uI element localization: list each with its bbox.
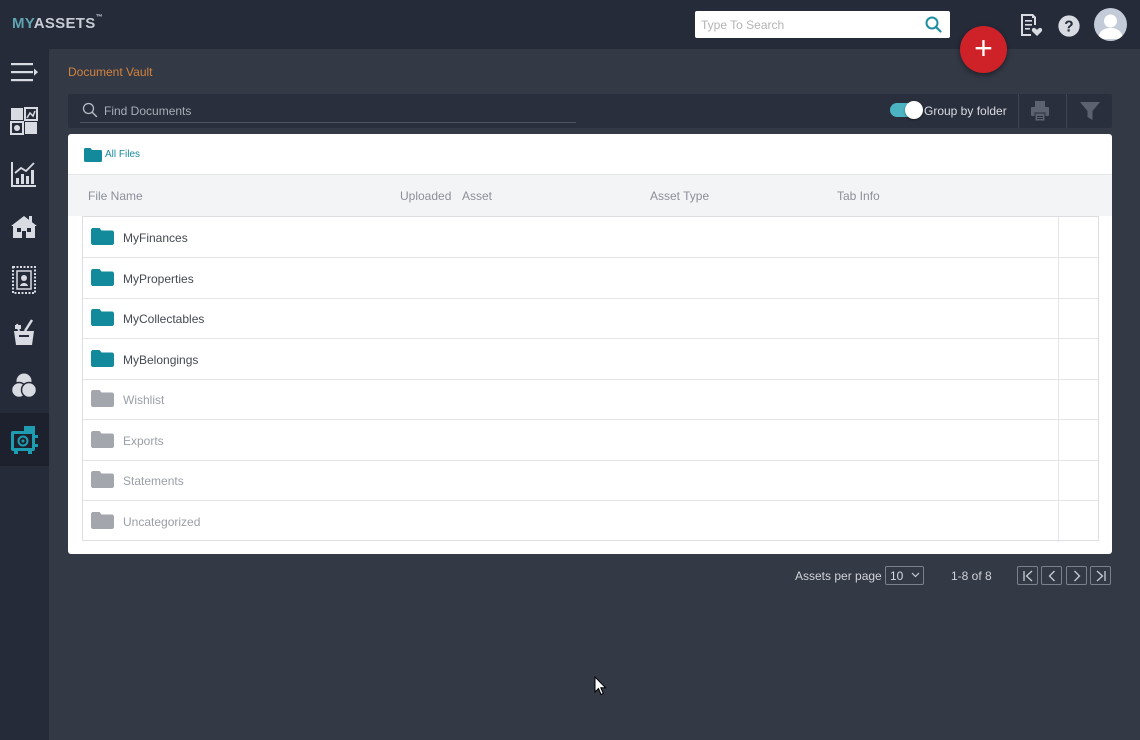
folder-icon [91,471,114,488]
chevron-down-icon [911,572,920,578]
folder-name: MyCollectables [123,312,205,326]
per-page-value: 10 [890,569,904,583]
folder-icon [91,390,114,407]
first-page-icon [1023,570,1033,582]
document-heart-icon[interactable] [1018,12,1044,38]
dashboard-icon [10,107,38,135]
last-page-button[interactable] [1090,566,1111,585]
folder-icon [84,148,102,162]
first-page-button[interactable] [1017,566,1038,585]
add-document-button[interactable]: + [960,26,1007,73]
collectables-stamp-icon [12,266,36,294]
row-divider [1058,419,1059,461]
logo-prefix: MY [12,15,34,32]
column-file-name[interactable]: File Name [88,189,143,203]
folder-row-statements[interactable]: Statements [83,460,1098,501]
table-header: File Name Uploaded Asset Asset Type Tab … [68,175,1112,216]
last-page-icon [1096,570,1106,582]
folder-row-wishlist[interactable]: Wishlist [83,379,1098,420]
folder-icon [91,268,114,286]
menu-collapse-icon [11,63,38,82]
folder-icon [91,430,114,448]
pagination-range: 1-8 of 8 [951,569,992,583]
find-documents-input[interactable] [104,102,564,120]
column-uploaded[interactable]: Uploaded [400,189,451,203]
folder-icon [91,349,114,367]
column-asset-type[interactable]: Asset Type [650,189,709,203]
folder-row-myproperties[interactable]: MyProperties [83,257,1098,299]
row-divider [1058,500,1059,542]
sidebar-item-belongings[interactable] [0,307,49,360]
sidebar-item-wishlist[interactable] [0,360,49,413]
filter-icon [1080,102,1100,120]
print-button[interactable] [1018,94,1060,128]
folder-name: MyProperties [123,271,194,286]
group-by-folder-toggle[interactable] [890,101,923,119]
group-by-folder-label: Group by folder [924,104,1007,118]
folder-icon [91,228,114,245]
folder-row-exports[interactable]: Exports [83,419,1098,461]
row-divider [1058,257,1059,299]
sidebar [0,49,49,740]
all-files-link[interactable]: All Files [105,149,140,160]
column-asset[interactable]: Asset [462,189,492,203]
search-icon[interactable] [925,16,942,33]
sidebar-item-collectables[interactable] [0,254,49,307]
document-vault-icon [11,426,38,454]
filter-button[interactable] [1066,94,1112,128]
sidebar-item-properties[interactable] [0,201,49,254]
folder-name: MyFinances [123,231,188,245]
row-divider [1058,217,1059,258]
folder-name: Exports [123,433,164,448]
sidebar-item-dashboard[interactable] [0,95,49,148]
folder-name: Wishlist [123,393,165,407]
folder-name: MyBelongings [123,352,199,367]
per-page-label: Assets per page [795,569,882,583]
logo-trademark: ™ [95,14,103,21]
folder-table: MyFinances MyProperties MyCollectables M… [82,216,1099,542]
mouse-cursor-icon [594,676,607,696]
row-divider [1058,298,1059,339]
per-page-select[interactable]: 10 [885,566,924,585]
toggle-knob [905,101,923,119]
folder-path: All Files [68,134,1112,175]
row-divider [1058,379,1059,420]
folder-row-mycollectables[interactable]: MyCollectables [83,298,1098,339]
folder-row-myfinances[interactable]: MyFinances [83,217,1098,258]
folder-row-mybelongings[interactable]: MyBelongings [83,338,1098,380]
global-search-input[interactable] [701,16,921,33]
find-documents [80,100,576,123]
column-tab-info[interactable]: Tab Info [837,189,880,203]
app-logo[interactable]: MYASSETS™ [12,14,103,32]
folder-name: Statements [123,474,184,488]
printer-icon [1031,101,1049,121]
global-search [695,11,950,38]
chevron-left-icon [1048,570,1055,582]
previous-page-button[interactable] [1041,566,1062,585]
sidebar-item-finances[interactable] [0,148,49,201]
add-document-label: + [974,30,993,66]
document-toolbar: Group by folder [68,94,1112,128]
next-page-button[interactable] [1066,566,1087,585]
belongings-icon [14,319,34,345]
folder-row-uncategorized[interactable]: Uncategorized [83,500,1098,542]
user-avatar-icon[interactable] [1094,8,1127,41]
finances-chart-icon [11,162,36,187]
wishlist-circles-icon [10,373,38,399]
folder-name: Uncategorized [123,514,201,529]
document-list-card: All Files File Name Uploaded Asset Asset… [68,134,1112,554]
logo-main: ASSETS [33,15,96,32]
folder-icon [91,511,114,529]
chevron-right-icon [1074,570,1081,582]
row-divider [1058,338,1059,380]
help-icon[interactable]: ? [1056,13,1082,39]
sidebar-item-document-vault[interactable] [0,413,49,466]
breadcrumb[interactable]: Document Vault [68,65,153,79]
folder-icon [91,309,114,326]
properties-house-icon [11,216,37,238]
search-icon [82,102,98,118]
svg-text:?: ? [1064,18,1073,35]
row-divider [1058,460,1059,501]
